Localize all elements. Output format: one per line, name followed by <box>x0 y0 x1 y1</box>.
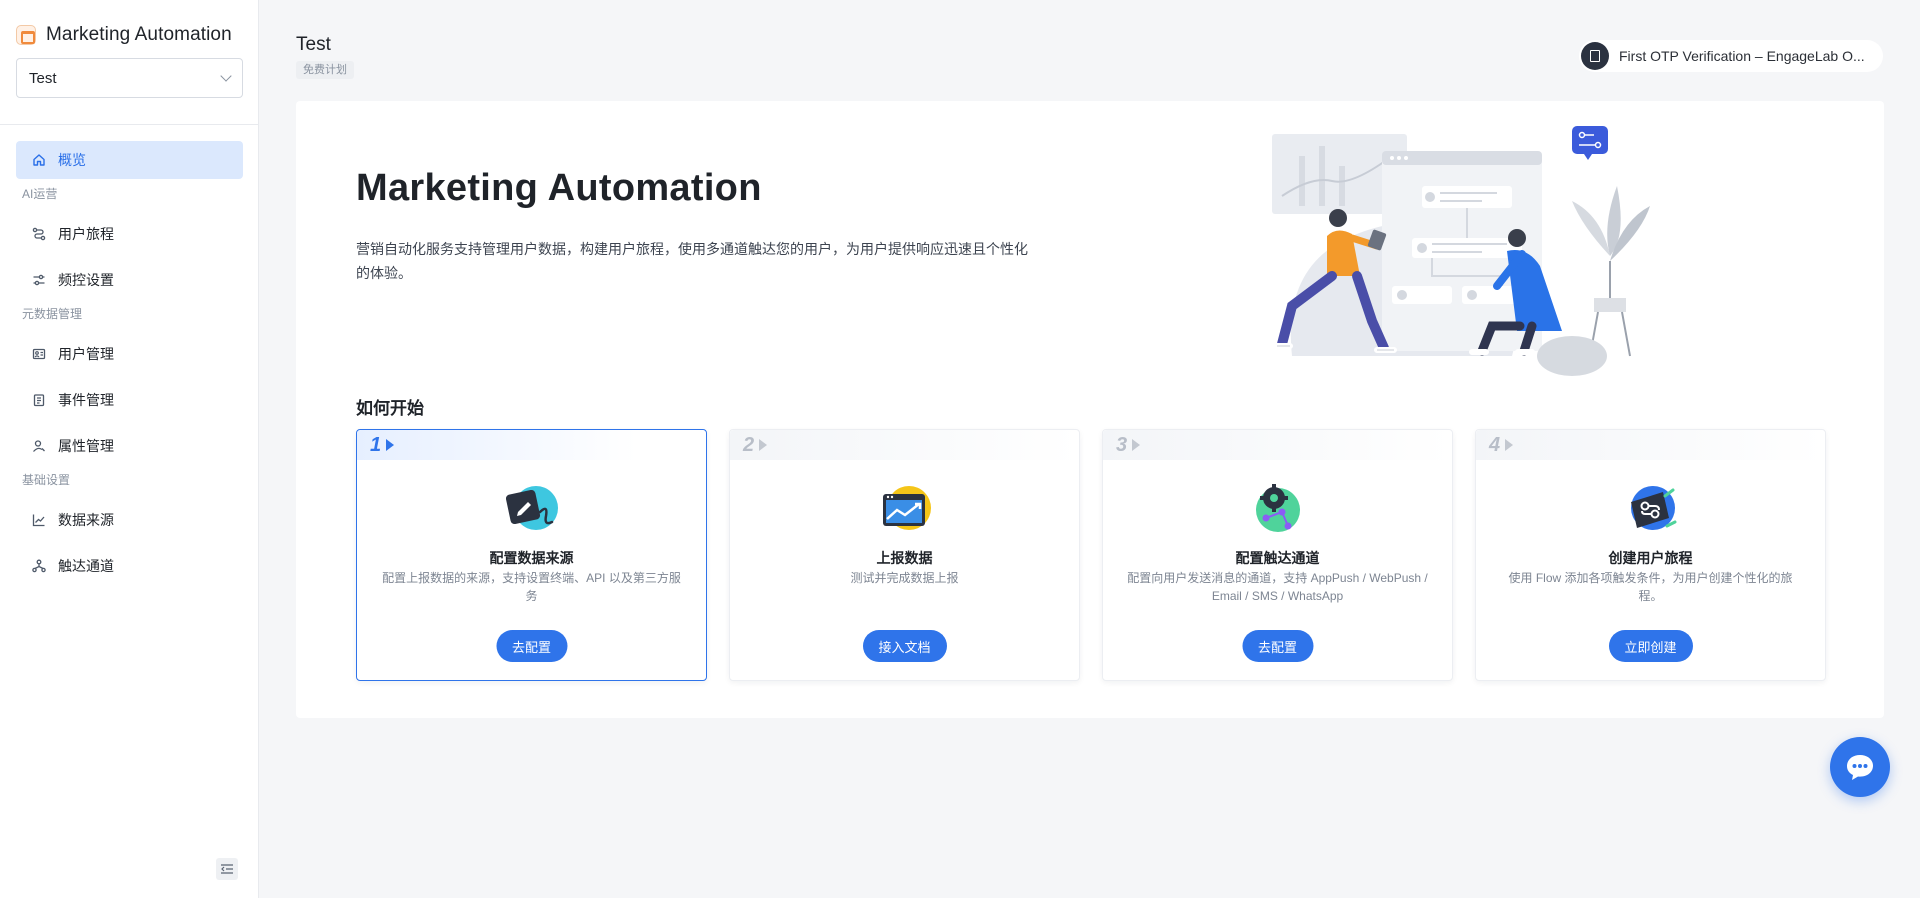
step-description: 配置上报数据的来源，支持设置终端、API 以及第三方服务 <box>382 571 681 603</box>
user-settings-icon <box>32 439 46 453</box>
sliders-icon <box>32 273 46 287</box>
sidebar: Marketing Automation Test 概览 AI运营 用户旅程 频… <box>0 0 259 898</box>
calendar-logo-icon <box>16 25 36 45</box>
channel-gear-icon <box>1255 484 1300 532</box>
plan-badge: 免费计划 <box>296 61 354 79</box>
sidebar-nav: 概览 AI运营 用户旅程 频控设置 元数据管理 用户管理 事件管理 属性管理 基… <box>16 141 243 593</box>
sidebar-item-data-source[interactable]: 数据来源 <box>16 501 243 539</box>
sidebar-item-label: 事件管理 <box>58 392 114 408</box>
sidebar-item-label: 触达通道 <box>58 558 114 574</box>
step-title: 配置数据来源 <box>489 550 574 566</box>
step-header: 2 <box>730 430 1079 460</box>
hero-description: 营销自动化服务支持管理用户数据，构建用户旅程，使用多通道触达您的用户，为用户提供… <box>356 241 1028 281</box>
step-number: 1 <box>370 433 382 456</box>
sidebar-item-label: 频控设置 <box>58 272 114 288</box>
journey-icon <box>32 227 46 241</box>
nav-group-metadata: 元数据管理 <box>22 307 83 321</box>
app-select[interactable]: Test <box>16 58 243 98</box>
page-title: Test <box>296 34 331 55</box>
getting-started-steps: 1 配置数据来源 配置上报数据的来源，支持设置终端、API 以及第三方服务 去配… <box>356 429 1826 681</box>
step-card-report-data[interactable]: 2 上报数据 测试并完成数据上报 接入文档 <box>729 429 1080 681</box>
doc-link[interactable]: First OTP Verification – EngageLab O... <box>1579 40 1883 72</box>
play-arrow-icon <box>1132 439 1141 451</box>
step-title: 创建用户旅程 <box>1608 550 1693 566</box>
integration-docs-button[interactable]: 接入文档 <box>862 630 947 662</box>
doc-link-label: First OTP Verification – EngageLab O... <box>1619 48 1865 64</box>
line-chart-icon <box>32 513 46 527</box>
step-description: 使用 Flow 添加各项触发条件，为用户创建个性化的旅程。 <box>1508 571 1793 603</box>
step-header: 1 <box>357 430 706 460</box>
sidebar-item-event-management[interactable]: 事件管理 <box>16 381 243 419</box>
hero-illustration <box>1272 126 1650 376</box>
sidebar-item-reach-channel[interactable]: 触达通道 <box>16 547 243 585</box>
step-header: 3 <box>1103 430 1452 460</box>
app-select-value: Test <box>29 69 57 87</box>
overview-card: Marketing Automation 营销自动化服务支持管理用户数据，构建用… <box>296 101 1884 718</box>
sidebar-divider <box>0 124 258 125</box>
play-arrow-icon <box>1505 439 1514 451</box>
step-card-user-journey[interactable]: 4 创建用户旅程 使用 Flow 添加各项触发条件，为用户创建个性化的旅程。 立… <box>1475 429 1826 681</box>
configure-data-source-button[interactable]: 去配置 <box>495 630 568 662</box>
sidebar-item-overview[interactable]: 概览 <box>16 141 243 179</box>
user-card-icon <box>32 347 46 361</box>
edit-source-icon <box>505 486 558 530</box>
sidebar-item-label: 用户管理 <box>58 346 114 362</box>
step-number: 4 <box>1489 433 1501 456</box>
configure-channel-button[interactable]: 去配置 <box>1241 630 1314 662</box>
collapse-menu-icon <box>221 864 233 874</box>
step-card-data-source[interactable]: 1 配置数据来源 配置上报数据的来源，支持设置终端、API 以及第三方服务 去配… <box>356 429 707 681</box>
report-chart-icon <box>882 486 931 530</box>
chat-bubble-icon <box>1847 755 1873 780</box>
sidebar-item-frequency-control[interactable]: 频控设置 <box>16 261 243 299</box>
clipboard-icon <box>32 393 46 407</box>
chat-support-button[interactable] <box>1830 737 1890 797</box>
sidebar-item-label: 数据来源 <box>58 512 114 528</box>
step-number: 2 <box>743 433 755 456</box>
nav-group-ai-ops: AI运营 <box>22 187 58 201</box>
chevron-down-icon <box>220 70 232 82</box>
step-number: 3 <box>1116 433 1128 456</box>
sidebar-item-attribute-management[interactable]: 属性管理 <box>16 427 243 465</box>
collapse-sidebar-button[interactable] <box>216 858 238 880</box>
nav-group-basic-settings: 基础设置 <box>22 473 71 487</box>
play-arrow-icon <box>759 439 768 451</box>
sidebar-item-user-management[interactable]: 用户管理 <box>16 335 243 373</box>
network-icon <box>32 559 46 573</box>
home-icon <box>32 153 46 167</box>
journey-flow-icon <box>1630 486 1676 530</box>
brand[interactable]: Marketing Automation <box>16 24 232 46</box>
create-journey-button[interactable]: 立即创建 <box>1608 630 1693 662</box>
document-icon <box>1581 42 1609 70</box>
sidebar-item-label: 属性管理 <box>58 438 114 454</box>
hero-title: Marketing Automation <box>356 167 762 209</box>
step-title: 配置触达通道 <box>1235 550 1320 566</box>
brand-name: Marketing Automation <box>46 24 232 45</box>
step-header: 4 <box>1476 430 1825 460</box>
step-description: 配置向用户发送消息的通道，支持 AppPush / WebPush / Emai… <box>1127 571 1428 603</box>
step-card-reach-channel[interactable]: 3 配置触达通道 配置向用户发送消息的通道，支持 AppPush / WebPu… <box>1102 429 1453 681</box>
step-description: 测试并完成数据上报 <box>850 571 959 585</box>
sidebar-item-user-journey[interactable]: 用户旅程 <box>16 215 243 253</box>
step-title: 上报数据 <box>876 550 933 566</box>
sidebar-item-label: 用户旅程 <box>58 226 114 242</box>
play-arrow-icon <box>386 439 395 451</box>
getting-started-title: 如何开始 <box>356 399 424 418</box>
sidebar-item-label: 概览 <box>58 152 86 168</box>
